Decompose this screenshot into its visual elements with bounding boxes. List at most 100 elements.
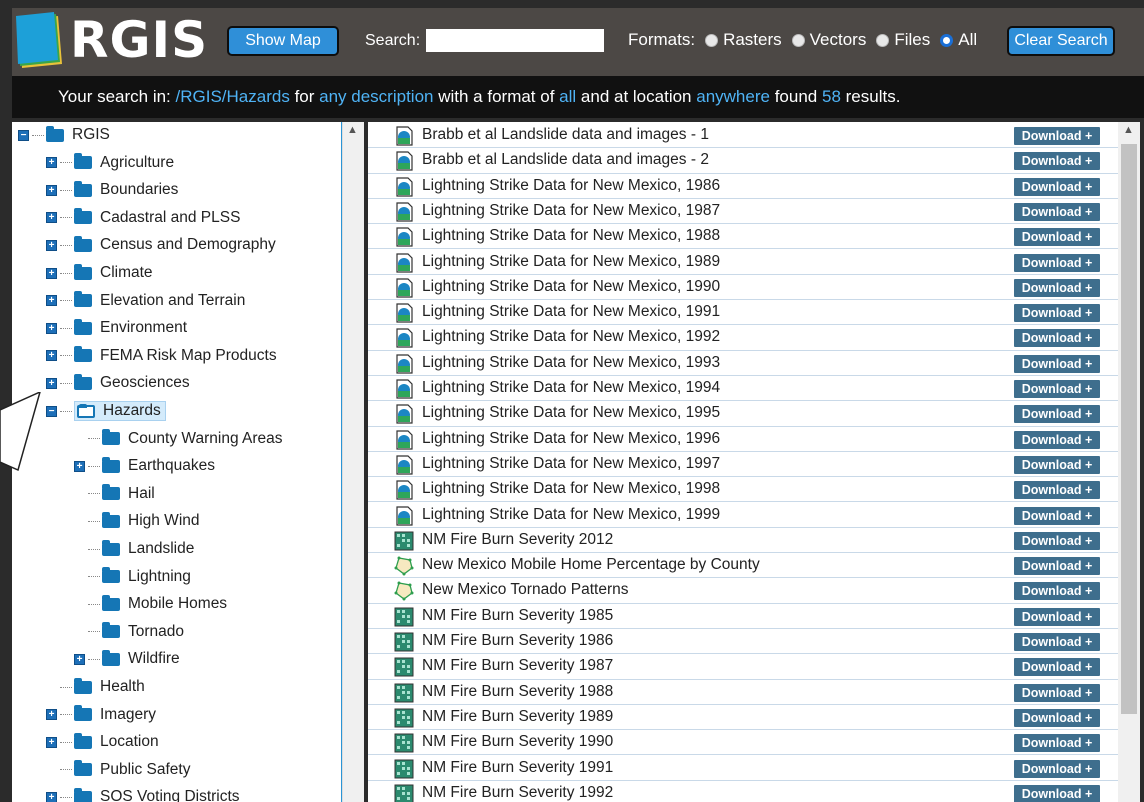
download-button[interactable]: Download + <box>1014 658 1100 677</box>
tree-item-body[interactable]: Boundaries <box>74 180 178 199</box>
result-row[interactable]: Lightning Strike Data for New Mexico, 19… <box>368 452 1118 478</box>
expand-icon[interactable]: + <box>46 736 57 748</box>
format-option-rasters[interactable]: Rasters <box>705 30 782 50</box>
format-option-vectors[interactable]: Vectors <box>791 30 866 50</box>
result-title[interactable]: Lightning Strike Data for New Mexico, 19… <box>422 379 720 397</box>
result-row[interactable]: Lightning Strike Data for New Mexico, 19… <box>368 351 1118 376</box>
download-button[interactable]: Download + <box>1014 683 1100 702</box>
tree-item-body[interactable]: FEMA Risk Map Products <box>74 346 277 365</box>
expand-icon[interactable]: + <box>74 460 85 472</box>
search-input[interactable] <box>426 29 604 52</box>
radio-files[interactable] <box>876 33 890 47</box>
result-row[interactable]: NM Fire Burn Severity 1990 Download + <box>368 730 1118 756</box>
result-title[interactable]: Lightning Strike Data for New Mexico, 19… <box>422 227 720 245</box>
expand-icon[interactable]: + <box>46 184 57 196</box>
result-title[interactable]: NM Fire Burn Severity 1990 <box>422 733 613 751</box>
download-button[interactable]: Download + <box>1014 202 1100 221</box>
result-row[interactable]: NM Fire Burn Severity 1987 Download + <box>368 654 1118 680</box>
result-row[interactable]: Brabb et al Landslide data and images - … <box>368 123 1118 149</box>
download-button[interactable]: Download + <box>1014 152 1100 171</box>
expand-icon[interactable]: + <box>46 791 57 802</box>
tree-item-body[interactable]: Cadastral and PLSS <box>74 208 240 227</box>
tree-item-tornado[interactable]: Tornado <box>74 620 184 644</box>
download-button[interactable]: Download + <box>1014 506 1100 525</box>
download-button[interactable]: Download + <box>1014 405 1100 424</box>
tree-root[interactable]: − RGIS <box>18 123 110 147</box>
expand-icon[interactable]: + <box>46 377 57 389</box>
tree-item-agriculture[interactable]: + Agriculture <box>46 151 174 175</box>
result-title[interactable]: Lightning Strike Data for New Mexico, 19… <box>422 202 720 220</box>
download-button[interactable]: Download + <box>1014 430 1100 449</box>
tree-item-body[interactable]: Location <box>74 732 159 751</box>
tree-item-cadastral-and-plss[interactable]: + Cadastral and PLSS <box>46 206 240 230</box>
download-button[interactable]: Download + <box>1014 633 1100 651</box>
result-title[interactable]: NM Fire Burn Severity 1987 <box>422 657 613 675</box>
tree-item-elevation-and-terrain[interactable]: + Elevation and Terrain <box>46 289 245 313</box>
result-title[interactable]: Lightning Strike Data for New Mexico, 19… <box>422 303 720 321</box>
expand-icon[interactable]: + <box>46 212 57 224</box>
result-row[interactable]: NM Fire Burn Severity 1989 Download + <box>368 705 1118 731</box>
tree-item-hail[interactable]: Hail <box>74 482 155 506</box>
download-button[interactable]: Download + <box>1014 607 1100 626</box>
tree-item-geosciences[interactable]: + Geosciences <box>46 371 190 395</box>
tree-item-body[interactable]: High Wind <box>102 511 200 530</box>
download-button[interactable]: Download + <box>1014 127 1100 145</box>
scroll-up-icon[interactable]: ▲ <box>347 124 358 136</box>
result-title[interactable]: Lightning Strike Data for New Mexico, 19… <box>422 278 720 296</box>
download-button[interactable]: Download + <box>1014 582 1100 601</box>
tree-item-body[interactable]: Tornado <box>102 622 184 641</box>
tree-item-body[interactable]: Wildfire <box>102 649 180 668</box>
results-scrollbar[interactable]: ▲ <box>1118 122 1140 802</box>
tree-item-body[interactable]: Elevation and Terrain <box>74 291 245 310</box>
expand-icon[interactable]: + <box>74 653 85 665</box>
result-title[interactable]: Lightning Strike Data for New Mexico, 19… <box>422 480 720 498</box>
result-row[interactable]: Lightning Strike Data for New Mexico, 19… <box>368 224 1118 250</box>
tree-item-imagery[interactable]: + Imagery <box>46 703 156 727</box>
download-button[interactable]: Download + <box>1014 759 1100 778</box>
download-button[interactable]: Download + <box>1014 481 1100 500</box>
tree-item-landslide[interactable]: Landslide <box>74 537 194 561</box>
tree-item-environment[interactable]: + Environment <box>46 316 187 340</box>
result-title[interactable]: NM Fire Burn Severity 1991 <box>422 759 613 777</box>
tree-item-body[interactable]: Climate <box>74 263 153 282</box>
download-button[interactable]: Download + <box>1014 228 1100 247</box>
tree-item-body[interactable]: Hazards <box>74 401 166 421</box>
result-title[interactable]: Lightning Strike Data for New Mexico, 19… <box>422 354 720 372</box>
result-row[interactable]: New Mexico Tornado Patterns Download + <box>368 578 1118 604</box>
result-title[interactable]: New Mexico Tornado Patterns <box>422 581 628 599</box>
tree-item-location[interactable]: + Location <box>46 730 159 754</box>
download-button[interactable]: Download + <box>1014 278 1100 297</box>
show-map-button[interactable]: Show Map <box>227 26 339 56</box>
expand-icon[interactable]: + <box>46 295 57 307</box>
radio-all[interactable] <box>940 33 954 47</box>
tree-item-body[interactable]: Environment <box>74 318 187 337</box>
download-button[interactable]: Download + <box>1014 784 1100 802</box>
result-row[interactable]: Lightning Strike Data for New Mexico, 19… <box>368 477 1118 503</box>
result-row[interactable]: NM Fire Burn Severity 1991 Download + <box>368 756 1118 781</box>
download-button[interactable]: Download + <box>1014 177 1100 196</box>
result-title[interactable]: Lightning Strike Data for New Mexico, 19… <box>422 328 720 346</box>
tree-item-hazards[interactable]: − Hazards <box>46 399 166 423</box>
tree-item-body[interactable]: Mobile Homes <box>102 594 227 613</box>
result-title[interactable]: NM Fire Burn Severity 1992 <box>422 784 613 802</box>
tree-item-body[interactable]: County Warning Areas <box>102 429 283 448</box>
tree-item-high-wind[interactable]: High Wind <box>74 509 200 533</box>
tree-item-body[interactable]: Imagery <box>74 705 156 724</box>
tree-item-body[interactable]: Landslide <box>102 539 194 558</box>
download-button[interactable]: Download + <box>1014 354 1100 373</box>
tree-item-earthquakes[interactable]: + Earthquakes <box>74 454 215 478</box>
tree-item-boundaries[interactable]: + Boundaries <box>46 178 178 202</box>
result-row[interactable]: Lightning Strike Data for New Mexico, 19… <box>368 376 1118 402</box>
tree-item-body[interactable]: Health <box>74 677 145 696</box>
format-option-all[interactable]: All <box>940 30 977 50</box>
tree-item-body[interactable]: Hail <box>102 484 155 503</box>
result-title[interactable]: Lightning Strike Data for New Mexico, 19… <box>422 253 720 271</box>
result-row[interactable]: Brabb et al Landslide data and images - … <box>368 148 1118 174</box>
result-row[interactable]: NM Fire Burn Severity 2012 Download + <box>368 528 1118 554</box>
tree-item-body[interactable]: Public Safety <box>74 760 190 779</box>
tree-item-wildfire[interactable]: + Wildfire <box>74 647 180 671</box>
result-row[interactable]: Lightning Strike Data for New Mexico, 19… <box>368 174 1118 199</box>
result-row[interactable]: Lightning Strike Data for New Mexico, 19… <box>368 325 1118 351</box>
download-button[interactable]: Download + <box>1014 531 1100 550</box>
result-row[interactable]: New Mexico Mobile Home Percentage by Cou… <box>368 553 1118 579</box>
